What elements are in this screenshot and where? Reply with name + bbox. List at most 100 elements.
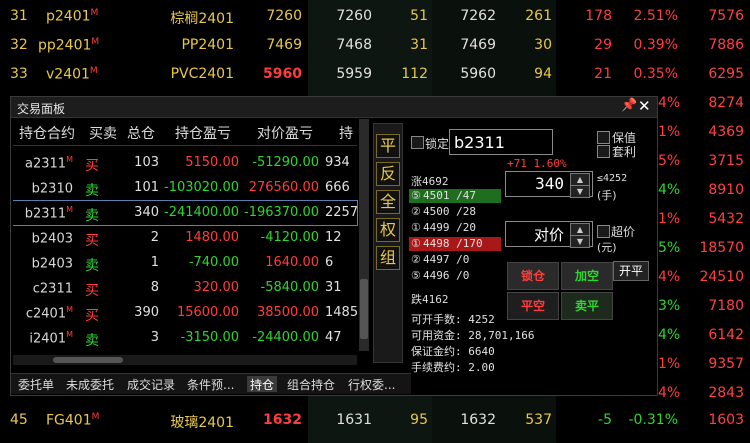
position-total: 101 (134, 180, 159, 195)
position-total: 2 (150, 230, 159, 245)
row-index: 32 (10, 37, 28, 53)
open-close-toggle[interactable]: 开平 (613, 261, 649, 281)
quote-row[interactable]: 32 pp2401M PP2401 7469 7468 31 7469 30 2… (0, 31, 750, 60)
tab-combo-positions[interactable]: 组合持仓 (284, 376, 338, 392)
close-icon[interactable]: ✕ (638, 97, 651, 115)
option-button[interactable]: 权 (376, 218, 400, 242)
volume: 6295 (708, 66, 744, 82)
tab-conditional[interactable]: 条件预... (184, 376, 237, 392)
volume: 24510 (699, 269, 744, 285)
scroll-thumb[interactable] (360, 279, 368, 339)
change-percent: -0.31% (628, 412, 678, 428)
tab-positions[interactable]: 持仓 (247, 376, 278, 392)
change-percent: 1% (658, 211, 681, 227)
close-position-button[interactable]: 平 (376, 134, 400, 158)
position-hold-pnl: -740.00 (188, 255, 239, 270)
trade-panel[interactable]: 交易面板 📌 ✕ 持仓合约 买卖 总仓 持仓盈亏 对价盈亏 持 a2311M 买 1… (10, 96, 658, 396)
lock-checkbox[interactable] (411, 136, 424, 149)
col-total[interactable]: 总仓 (127, 123, 155, 143)
bid-volume: 95 (410, 412, 428, 428)
change-percent: 2.51% (633, 8, 678, 24)
add-short-button[interactable]: 加空 (561, 262, 613, 290)
tab-orders[interactable]: 委托单 (15, 376, 57, 392)
scroll-thumb[interactable] (53, 357, 123, 363)
pin-icon[interactable]: 📌 (621, 98, 637, 113)
table-row[interactable]: c2401M 买 390 15600.00 38500.00 1485 (13, 301, 357, 325)
position-more: 12 (325, 230, 342, 245)
volume: 8910 (708, 182, 744, 198)
panel-titlebar[interactable]: 交易面板 📌 ✕ (11, 97, 657, 118)
last-price: 7260 (266, 8, 302, 24)
ask-volume: 94 (534, 66, 552, 82)
positions-table[interactable]: 持仓合约 买卖 总仓 持仓盈亏 对价盈亏 持 a2311M 买 103 5150.00… (13, 119, 369, 351)
quote-row[interactable]: 45 FG401M 玻璃2401 1632 1631 95 1632 537 -… (0, 406, 750, 435)
change-percent: 4% (658, 269, 681, 285)
main-flag: M (91, 412, 100, 422)
table-row[interactable]: b2310 卖 101 -103020.00 276560.00 666 (13, 176, 357, 200)
close-short-button[interactable]: 平空 340 (507, 292, 559, 320)
position-total: 8 (150, 280, 159, 295)
close-all-button[interactable]: 全 (376, 190, 400, 214)
price-stepper[interactable]: 对价 ▲ ▼ (505, 221, 593, 248)
table-row[interactable]: b2403 买 2 1480.00 -4120.00 12 (13, 226, 357, 250)
quote-row[interactable]: 33 v2401M PVC2401 5960 5959 112 5960 94 … (0, 60, 750, 89)
down-arrow-icon[interactable]: ▼ (570, 185, 590, 198)
qty-max: ≤4252 (597, 173, 628, 184)
combo-button[interactable]: 组 (376, 246, 400, 270)
position-hold-pnl: 15600.00 (176, 305, 239, 320)
col-hold-pnl[interactable]: 持仓盈亏 (175, 123, 231, 143)
bid-level[interactable]: ① 4498 /170 (409, 237, 501, 251)
quote-row[interactable]: 31 p2401M 棕榈2401 7260 7260 51 7262 261 1… (0, 2, 750, 31)
position-mkt-pnl: -196370.00 (244, 205, 319, 220)
row-index: 45 (10, 412, 28, 428)
bid-price: 7468 (336, 37, 372, 53)
bid-volume: 31 (410, 37, 428, 53)
main-flag: M (90, 8, 99, 18)
ask-level[interactable]: ② 4500 /28 (409, 205, 501, 219)
tab-trades[interactable]: 成交记录 (124, 376, 178, 392)
tab-pending[interactable]: 未成委托 (63, 376, 117, 392)
col-side[interactable]: 买卖 (89, 123, 117, 143)
change-percent: 5% (658, 153, 681, 169)
vertical-scrollbar[interactable] (359, 119, 369, 351)
down-arrow-icon[interactable]: ▼ (570, 235, 590, 248)
ask-price: 7262 (460, 8, 496, 24)
col-mkt-pnl[interactable]: 对价盈亏 (257, 123, 313, 143)
position-more: 47 (325, 330, 342, 345)
volume: 9357 (708, 356, 744, 372)
overprice-checkbox[interactable] (597, 225, 610, 238)
position-contract: b2403 (31, 256, 73, 272)
position-contract: c2311 (32, 281, 73, 297)
position-mkt-pnl: -51290.00 (252, 155, 319, 170)
limit-up: 涨4692 (411, 175, 449, 188)
table-row[interactable]: c2311 买 8 320.00 -5840.00 31 (13, 276, 357, 300)
contract-code: p2401 (46, 8, 91, 25)
reverse-button[interactable]: 反 (376, 162, 400, 186)
quantity-value: 340 (535, 174, 564, 193)
col-more[interactable]: 持 (339, 123, 353, 143)
position-more: 666 (325, 180, 350, 195)
ask-level[interactable]: ⑤ 4501 /47 (409, 189, 501, 203)
col-contract[interactable]: 持仓合约 (19, 123, 75, 143)
contract-input[interactable]: b2311 (449, 129, 553, 155)
lock-position-button[interactable]: 锁仓 (507, 262, 559, 290)
ask-price: 5960 (460, 66, 496, 82)
ask-volume: 261 (525, 8, 552, 24)
table-row[interactable]: i2401M 卖 3 -3150.00 -24400.00 47 (13, 326, 357, 350)
table-row[interactable]: a2311M 买 103 5150.00 -51290.00 934 (13, 151, 357, 175)
horizontal-scrollbar[interactable] (13, 355, 357, 365)
arbitrage-checkbox[interactable] (597, 145, 610, 158)
hedge-checkbox[interactable] (597, 131, 610, 144)
sell-close-button[interactable]: 卖平 (561, 292, 613, 320)
table-row[interactable]: b2403 卖 1 -740.00 1640.00 6 (13, 251, 357, 275)
volume: 6142 (708, 327, 744, 343)
last-price: 1632 (263, 412, 302, 428)
table-row[interactable]: b2311M 卖 340 -241400.00 -196370.00 2257 (13, 200, 358, 226)
bid-level[interactable]: ⑤ 4496 /0 (409, 269, 501, 283)
tab-exercise[interactable]: 行权委... (345, 376, 398, 392)
position-more: 6 (325, 255, 334, 270)
ask-level[interactable]: ① 4499 /20 (409, 221, 501, 235)
quantity-stepper[interactable]: 340 ▲ ▼ (505, 171, 593, 198)
bid-level[interactable]: ② 4497 /0 (409, 253, 501, 267)
position-side: 买 (85, 233, 99, 249)
